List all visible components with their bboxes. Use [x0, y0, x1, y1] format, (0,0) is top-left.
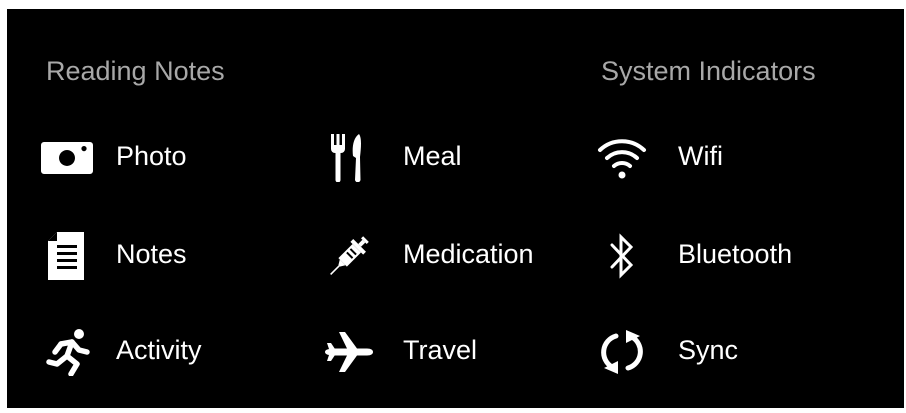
legend-label-meal: Meal [403, 141, 462, 171]
legend-label-photo: Photo [116, 141, 187, 171]
document-icon [37, 231, 97, 281]
reading-notes-title: Reading Notes [46, 56, 225, 86]
legend-label-bluetooth: Bluetooth [678, 239, 793, 269]
system-indicators-title: System Indicators [601, 56, 816, 86]
legend-label-notes: Notes [116, 239, 187, 269]
legend-label-wifi: Wifi [678, 141, 723, 171]
legend-label-medication: Medication [403, 239, 534, 269]
fork-knife-icon [319, 133, 379, 183]
runner-icon [37, 327, 97, 377]
legend-label-activity: Activity [116, 335, 202, 365]
sync-icon [592, 327, 652, 377]
syringe-icon [319, 231, 379, 281]
legend-panel: Reading Notes System Indicators Photo No… [7, 9, 904, 408]
wifi-icon [592, 133, 652, 183]
legend-label-sync: Sync [678, 335, 739, 365]
legend-label-travel: Travel [403, 335, 478, 365]
camera-icon [37, 133, 97, 183]
bluetooth-icon [592, 231, 652, 281]
airplane-icon [319, 327, 379, 377]
